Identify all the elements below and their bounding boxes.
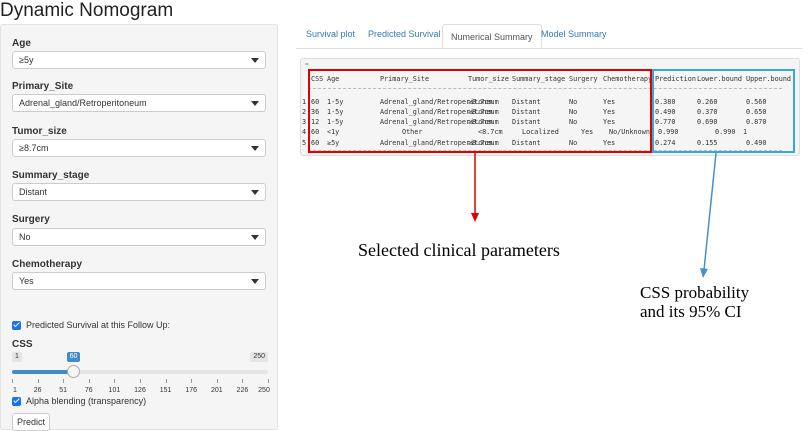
blue-arrow-line (703, 152, 717, 271)
blue-annotation-line2: and its 95% CI (640, 302, 742, 321)
blue-annotation-line1: CSS probability (640, 283, 750, 302)
blue-arrow-head (700, 268, 708, 278)
annotation-arrows (471, 152, 717, 278)
red-arrow-head (471, 213, 479, 222)
red-annotation: Selected clinical parameters (358, 240, 560, 260)
